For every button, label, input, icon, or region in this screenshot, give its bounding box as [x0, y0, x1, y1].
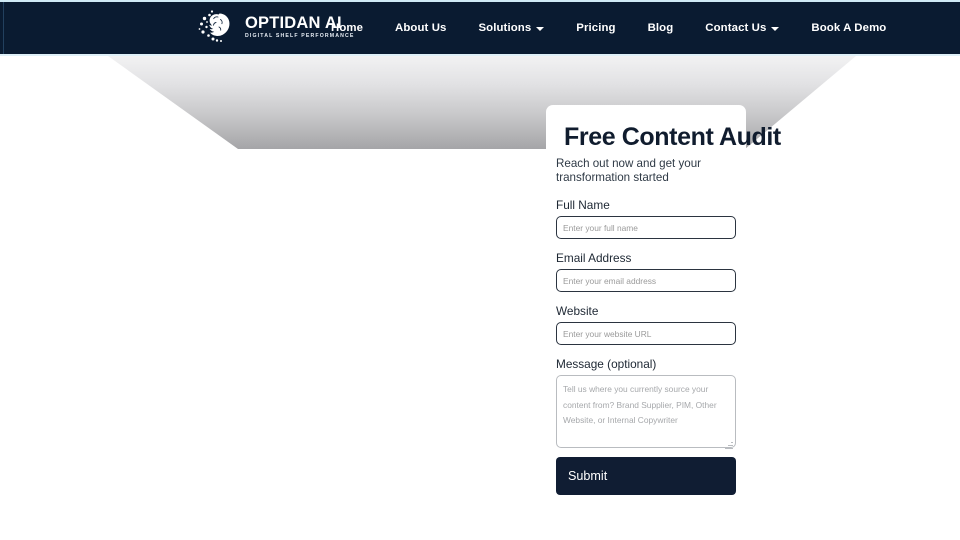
chevron-down-icon	[536, 26, 545, 31]
field-full-name: Full Name	[556, 198, 736, 240]
nav-item-contact-us[interactable]: Contact Us	[689, 0, 795, 55]
field-email-address: Email Address	[556, 251, 736, 293]
page-title: Free Content Audit	[564, 123, 781, 151]
nav-item-book-a-demo[interactable]: Book A Demo	[795, 0, 902, 55]
message-label: Message (optional)	[556, 357, 657, 371]
brain-network-icon	[196, 6, 238, 48]
nav-item-label: Contact Us	[705, 21, 767, 34]
full-name-label: Full Name	[556, 198, 610, 212]
nav-bottom-accent-line	[0, 54, 960, 56]
page-root: OPTIDAN AI DIGITAL SHELF PERFORMANCE Hom…	[0, 0, 960, 540]
nav-item-home[interactable]: Home	[331, 0, 379, 55]
nav-item-label: Book A Demo	[811, 21, 887, 34]
nav-item-pricing[interactable]: Pricing	[560, 0, 631, 55]
top-navigation-bar: OPTIDAN AI DIGITAL SHELF PERFORMANCE Hom…	[0, 0, 960, 55]
hero-angled-banner	[108, 56, 856, 149]
nav-item-label: Home	[331, 21, 364, 34]
nav-item-label: Pricing	[576, 21, 616, 34]
form-subtitle: Reach out now and get your transformatio…	[556, 157, 702, 185]
chevron-down-icon	[771, 26, 780, 31]
website-label: Website	[556, 304, 599, 318]
field-message: Message (optional)	[556, 357, 736, 453]
submit-button[interactable]: Submit	[556, 457, 736, 495]
website-input[interactable]	[556, 322, 736, 346]
message-wrapper	[556, 375, 736, 453]
contact-form-card: Free Content Audit Reach out now and get…	[546, 105, 781, 540]
full-name-input[interactable]	[556, 216, 736, 240]
nav-item-label: About Us	[395, 21, 447, 34]
nav-item-label: Blog	[647, 21, 674, 34]
message-textarea[interactable]	[556, 375, 736, 449]
nav-item-label: Solutions	[478, 21, 532, 34]
nav-item-solutions[interactable]: Solutions	[462, 0, 560, 55]
nav-links: Home About Us Solutions Pricing Blog Con…	[331, 0, 902, 55]
nav-item-blog[interactable]: Blog	[632, 0, 690, 55]
field-website: Website	[556, 304, 736, 346]
nav-left-edge-line	[3, 2, 4, 54]
nav-item-about-us[interactable]: About Us	[379, 0, 462, 55]
nav-top-accent-line	[0, 0, 960, 2]
email-address-label: Email Address	[556, 251, 632, 265]
email-field[interactable]	[556, 269, 736, 293]
